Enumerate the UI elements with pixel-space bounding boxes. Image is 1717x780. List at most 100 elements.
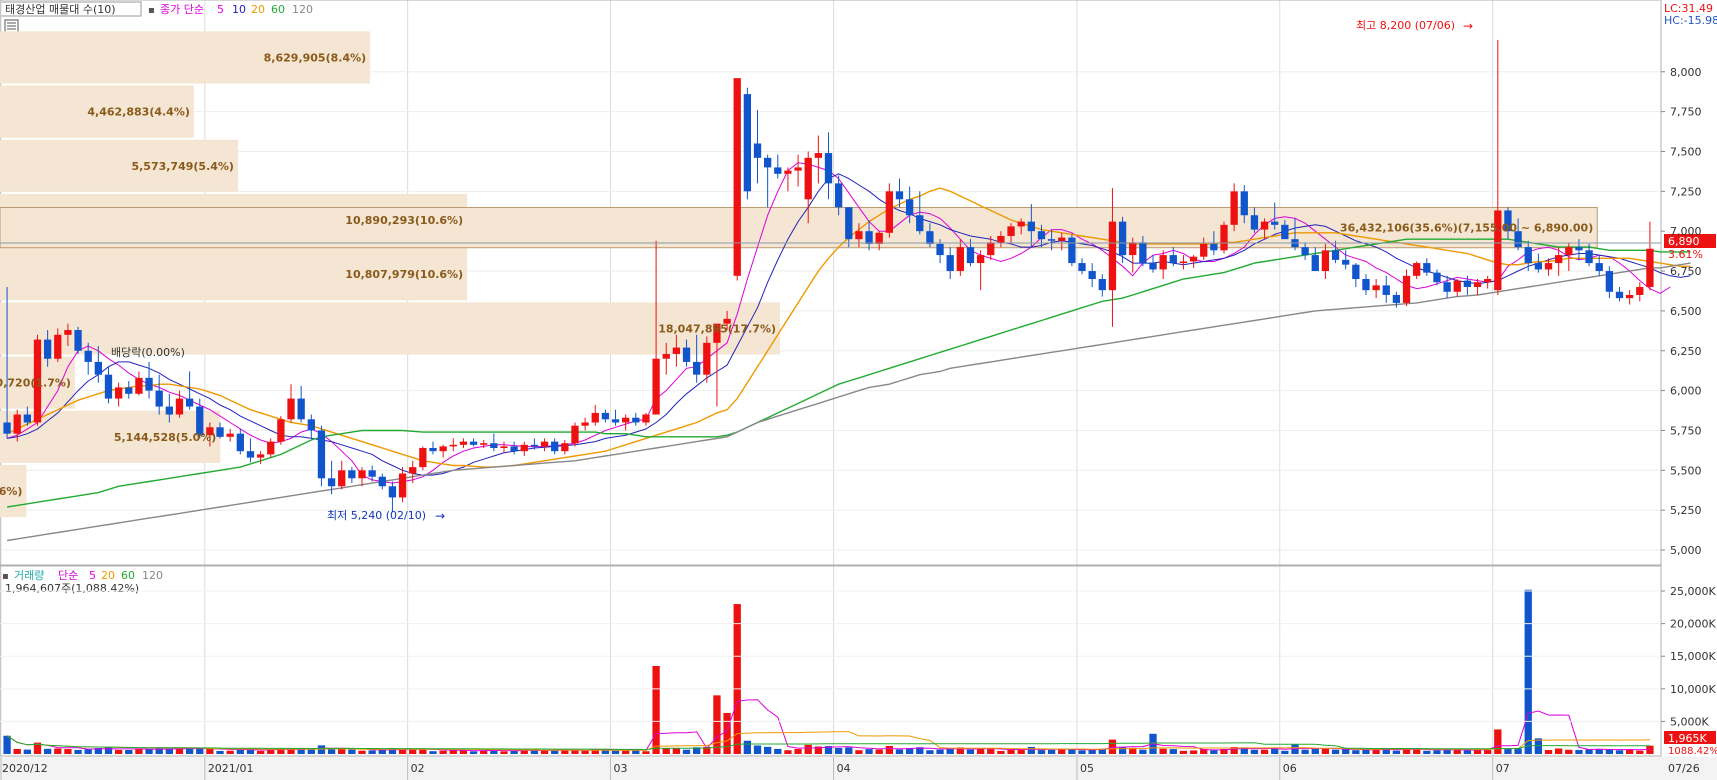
volume-bar	[1108, 739, 1117, 754]
volume-bar	[1484, 749, 1492, 754]
volume-bar	[1504, 748, 1512, 754]
volume-current-label: 1,965K	[1668, 732, 1707, 745]
price-tick-label: 7,500	[1670, 145, 1702, 158]
volume-tick-label: 20,000K	[1670, 618, 1716, 631]
volume-bar	[125, 750, 133, 754]
volume-profile-label: 579,646(0.6%)	[0, 485, 22, 498]
volume-bar	[348, 749, 356, 754]
candle-body	[1453, 280, 1461, 292]
candle-body	[1372, 285, 1380, 291]
candle-body	[885, 191, 893, 233]
candle-body	[845, 207, 853, 240]
candle-body	[1382, 285, 1390, 295]
candle-body	[1534, 263, 1543, 270]
price-tick-label: 5,250	[1670, 504, 1702, 517]
volume-bar	[642, 751, 650, 754]
candle-body	[287, 398, 295, 420]
price-tick-label: 6,000	[1670, 385, 1702, 398]
x-axis-month-label: 2021/01	[208, 762, 254, 775]
candle	[1068, 234, 1076, 267]
candle-body	[1433, 272, 1441, 283]
candle-body	[936, 243, 944, 256]
volume-bar	[1565, 749, 1573, 754]
volume-bar	[682, 749, 691, 754]
volume-bar	[1311, 748, 1319, 754]
candle-body	[125, 387, 133, 394]
volume-bar	[449, 750, 457, 754]
volume-bar	[1271, 748, 1279, 754]
candle-body	[581, 422, 589, 426]
volume-profile-label: 18,047,895(17.7%)	[658, 322, 776, 335]
low-label: 최저 5,240 (02/10)	[327, 509, 426, 522]
volume-bar	[733, 604, 741, 754]
volume-bar	[1625, 749, 1634, 754]
candle-body	[976, 255, 985, 264]
candle-body	[54, 334, 62, 359]
volume-bar	[1555, 748, 1563, 754]
volume-tick-label: 15,000K	[1670, 650, 1716, 663]
candle-body	[297, 398, 305, 420]
x-axis-bar	[0, 757, 1717, 780]
volume-bar	[1139, 749, 1147, 754]
volume-bar	[1514, 748, 1522, 754]
candle	[277, 416, 285, 445]
x-axis-month-label: 06	[1283, 762, 1297, 775]
volume-bar	[865, 749, 873, 754]
candle-body	[1484, 279, 1492, 283]
candle-body	[571, 425, 579, 444]
candle-body	[338, 470, 346, 487]
candle-body	[226, 433, 234, 437]
candle-body	[1169, 255, 1177, 264]
price-tick-label: 6,500	[1670, 305, 1702, 318]
volume-bar	[905, 748, 914, 754]
volume-bar	[480, 750, 488, 754]
price-tick-label: 5,000	[1670, 544, 1702, 557]
candle-body	[1250, 215, 1259, 230]
volume-bar	[1037, 750, 1046, 754]
ma60-label: 60	[271, 3, 285, 16]
candle-body	[307, 419, 315, 431]
candle	[571, 422, 579, 447]
volume-bar	[307, 749, 315, 754]
candle-body	[1605, 271, 1614, 292]
candle-body	[804, 157, 812, 200]
options-square-icon[interactable]: ▪	[148, 5, 155, 16]
price-tick-label: 5,500	[1670, 464, 1702, 477]
volume-profile-label: 8,629,905(8.4%)	[264, 51, 367, 64]
candle-body	[1281, 224, 1289, 240]
candle-body	[966, 247, 975, 264]
volume-bar	[845, 747, 853, 754]
candle-body	[1118, 221, 1127, 256]
stock-chart-window: 태경산업 매물대 수(10) ▪ 종가 단순 5 10 20 60 120 LC…	[0, 0, 1717, 780]
candle-body	[449, 444, 457, 447]
candle-body	[824, 153, 833, 184]
price-tick-label: 7,250	[1670, 185, 1702, 198]
candle-body	[1098, 279, 1106, 291]
high-label: 최고 8,200 (07/06)	[1356, 19, 1455, 32]
volume-bar	[540, 750, 549, 754]
volume-bar	[1331, 749, 1340, 754]
candle	[885, 183, 893, 238]
candle-body	[510, 446, 518, 452]
candle-body	[104, 374, 113, 399]
candle-body	[1646, 248, 1654, 287]
candle-body	[368, 470, 376, 477]
candle	[419, 446, 427, 471]
candle-body	[64, 330, 72, 335]
volume-bar	[216, 750, 224, 754]
candle-body	[1139, 242, 1147, 264]
volume-bar	[723, 712, 731, 754]
candle-body	[43, 339, 52, 359]
volume-options-icon[interactable]: ▪	[2, 571, 9, 582]
candle-body	[1260, 221, 1269, 230]
volume-bar	[1494, 729, 1502, 754]
current-change-label: 3.61%	[1668, 248, 1703, 261]
candle-body	[1007, 226, 1015, 236]
candle-body	[895, 191, 904, 200]
volume-bar	[1179, 750, 1188, 754]
candle-body	[1271, 221, 1279, 225]
hc-value: HC:-15.98	[1664, 14, 1717, 27]
x-axis-month-label: 05	[1080, 762, 1094, 775]
candle-body	[1179, 261, 1188, 264]
candle-body	[1362, 279, 1370, 291]
